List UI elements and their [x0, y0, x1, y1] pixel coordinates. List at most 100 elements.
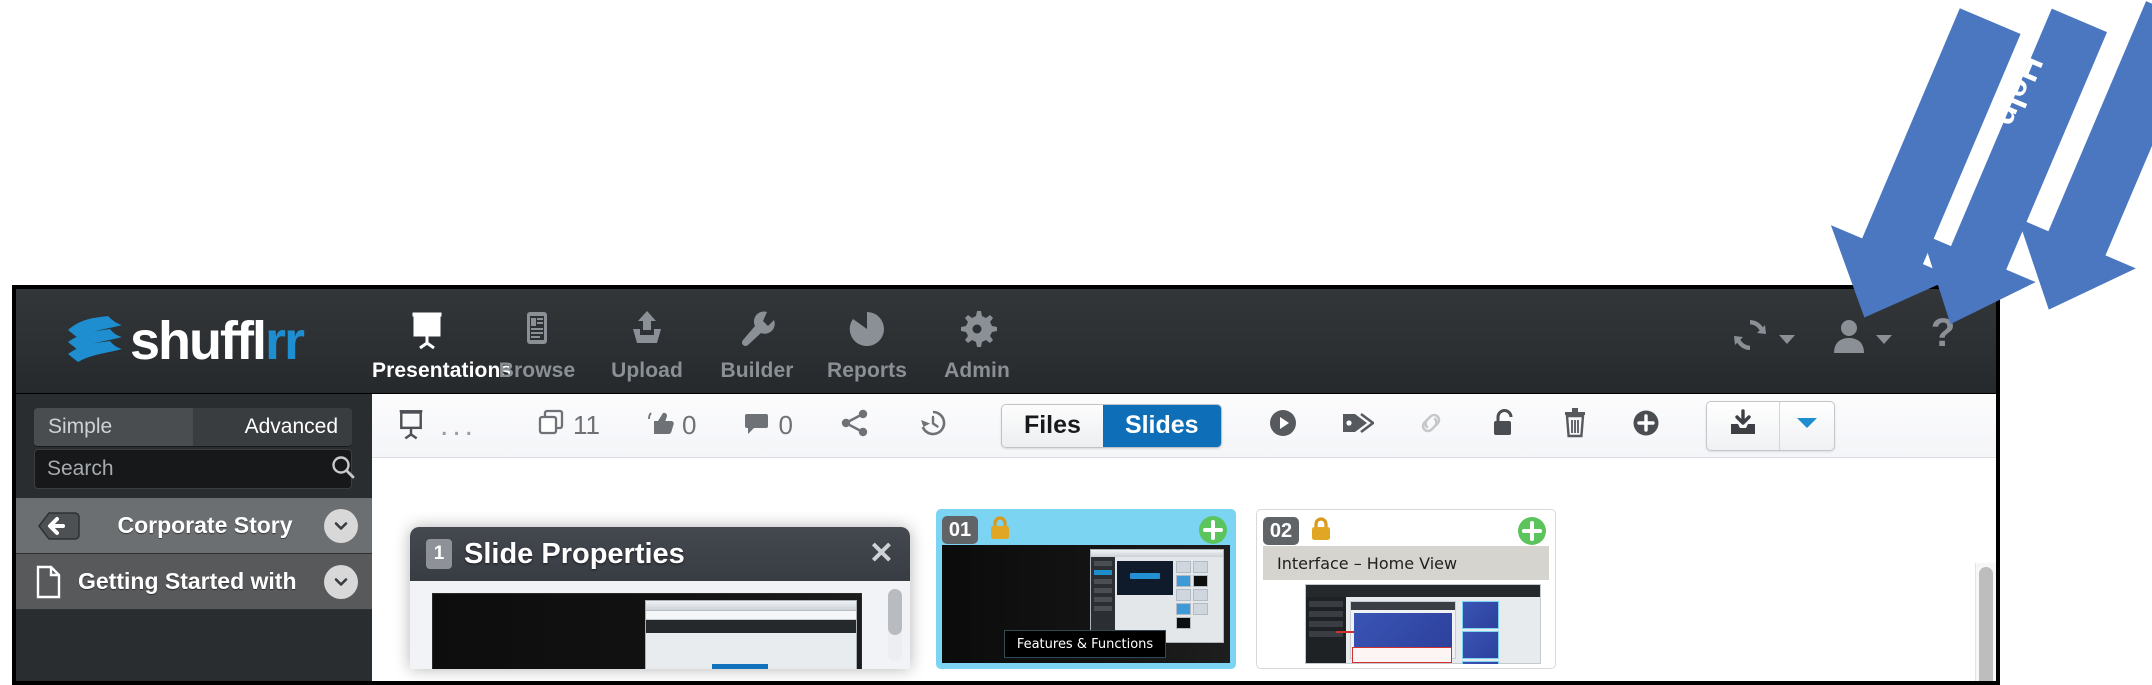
slide-caption: Features & Functions [1016, 636, 1154, 652]
preview-navbar [646, 620, 856, 633]
search-input[interactable] [35, 457, 330, 481]
caret-down-icon [1779, 334, 1795, 344]
logo-word-main: shuffl [130, 311, 267, 371]
files-slides-toggle: Files Slides [1000, 403, 1222, 448]
slide-thumbnail: Features & Functions [942, 545, 1230, 663]
close-x-icon[interactable]: ✕ [869, 539, 894, 569]
comment-icon [742, 408, 772, 443]
thumb-titlebar [1091, 550, 1223, 557]
like-count-value: 0 [682, 410, 697, 440]
slide-count-value: 11 [573, 410, 601, 440]
app-logo[interactable]: shufflrr [64, 311, 305, 371]
thumb-tiles [1462, 601, 1536, 664]
slide-caption: Interface – Home View [1277, 553, 1458, 573]
projector-screen-icon [394, 406, 428, 445]
tab-advanced[interactable]: Advanced [193, 408, 352, 446]
slide-properties-badge: 1 [426, 539, 452, 569]
magnifier-icon[interactable] [330, 454, 356, 485]
download-button[interactable] [1707, 402, 1779, 450]
slide-number: 02 [1263, 517, 1299, 545]
top-navigation-bar: shufflrr Presentations Browse Upload Bui… [16, 289, 1996, 394]
gear-icon [922, 307, 1032, 351]
download-options-button[interactable] [1778, 401, 1834, 450]
nav-label: Builder [720, 359, 794, 382]
history-clock-icon [917, 407, 949, 444]
tree-row-getting-started[interactable]: Getting Started with [16, 554, 372, 610]
lock-button[interactable] [1488, 394, 1520, 458]
slide-count[interactable]: 11 [537, 394, 600, 458]
history-button[interactable] [917, 394, 949, 458]
thumb-red-arrow [1336, 631, 1354, 633]
nav-item-builder[interactable]: Builder [702, 303, 812, 383]
projector-screen-icon [372, 307, 482, 351]
slide-properties-header: 1 Slide Properties ✕ [410, 527, 910, 581]
slide-number: 01 [942, 516, 978, 544]
search-box[interactable] [34, 449, 355, 489]
back-arrow-icon[interactable] [30, 506, 86, 546]
annotation-arrow-help: Help [1932, 0, 2152, 316]
thumb-canvas [1117, 561, 1173, 595]
nav-item-reports[interactable]: Reports [812, 303, 922, 383]
chain-link-icon [1414, 406, 1448, 445]
logo-wordmark: shufflrr [130, 314, 305, 368]
slide-preview-image [432, 593, 862, 669]
chevron-down-icon[interactable] [324, 564, 358, 599]
page-icon [30, 565, 66, 599]
slide-card[interactable]: 02 Interface – Home View [1256, 509, 1556, 669]
slide-thumbnail-art: Features & Functions [942, 545, 1230, 663]
chevron-down-icon[interactable] [324, 508, 358, 543]
action-toolbar: ... 11 0 0 Files Slides [372, 394, 1996, 458]
padlock-icon[interactable] [987, 514, 1013, 547]
scrollbar-thumb[interactable] [888, 589, 902, 635]
nav-label: Reports [826, 359, 908, 382]
slide-properties-scrollbar[interactable] [888, 589, 902, 661]
nav-item-presentations[interactable]: Presentations [372, 303, 513, 383]
present-button[interactable]: ... [394, 394, 477, 458]
logo-word-accent: rr [264, 311, 305, 371]
tab-slides[interactable]: Slides [1102, 404, 1221, 447]
slide-card-header: 01 [942, 515, 1230, 545]
nav-label: Presentations [372, 359, 513, 382]
slide-properties-body [410, 581, 910, 669]
tree-item-label: Corporate Story [117, 512, 293, 538]
nav-label: Upload [611, 359, 683, 382]
presentation-tree: Corporate Story Getting Started with [16, 498, 372, 681]
delete-button[interactable] [1560, 394, 1590, 458]
nav-item-upload[interactable]: Upload [592, 303, 702, 383]
tree-row-corporate-story[interactable]: Corporate Story [16, 498, 372, 554]
preview-highlight [712, 664, 768, 669]
play-button[interactable] [1266, 394, 1300, 458]
copy-stack-icon [537, 408, 567, 443]
document-list-icon [482, 307, 592, 351]
thumb-grid [1176, 561, 1220, 629]
share-nodes-icon [839, 407, 871, 444]
thumb-red-box [1352, 647, 1452, 663]
add-button[interactable] [1630, 394, 1662, 458]
primary-nav: Presentations Browse Upload Builder Repo… [372, 303, 1032, 383]
tag-button[interactable] [1340, 394, 1375, 458]
slide-card[interactable]: 01 Features & Functions [936, 509, 1236, 669]
upload-tray-icon [592, 307, 702, 351]
search-mode-toggle: Simple Advanced [34, 408, 352, 447]
screenshot-root: shufflrr Presentations Browse Upload Bui… [0, 0, 2152, 685]
caret-down-icon [1796, 416, 1818, 435]
link-button[interactable] [1414, 394, 1448, 458]
comment-count[interactable]: 0 [742, 394, 793, 458]
padlock-icon[interactable] [1308, 515, 1334, 548]
nav-item-browse[interactable]: Browse [482, 303, 592, 383]
thumbs-up-icon [646, 408, 676, 443]
trash-can-icon [1560, 406, 1590, 445]
overflow-menu[interactable]: ... [440, 410, 477, 440]
like-count[interactable]: 0 [646, 394, 696, 458]
tab-simple[interactable]: Simple [34, 408, 193, 446]
slide-properties-panel: 1 Slide Properties ✕ [410, 527, 910, 669]
tab-files[interactable]: Files [1001, 404, 1103, 447]
slide-card-header: 02 [1263, 516, 1549, 546]
padlock-icon [1488, 406, 1520, 445]
share-button[interactable] [839, 394, 871, 458]
content-scrollbar[interactable] [1975, 563, 1996, 681]
scrollbar-thumb[interactable] [1979, 567, 1993, 681]
application-window: shufflrr Presentations Browse Upload Bui… [12, 285, 2000, 685]
nav-item-admin[interactable]: Admin [922, 303, 1032, 383]
nav-label: Browse [498, 359, 576, 382]
